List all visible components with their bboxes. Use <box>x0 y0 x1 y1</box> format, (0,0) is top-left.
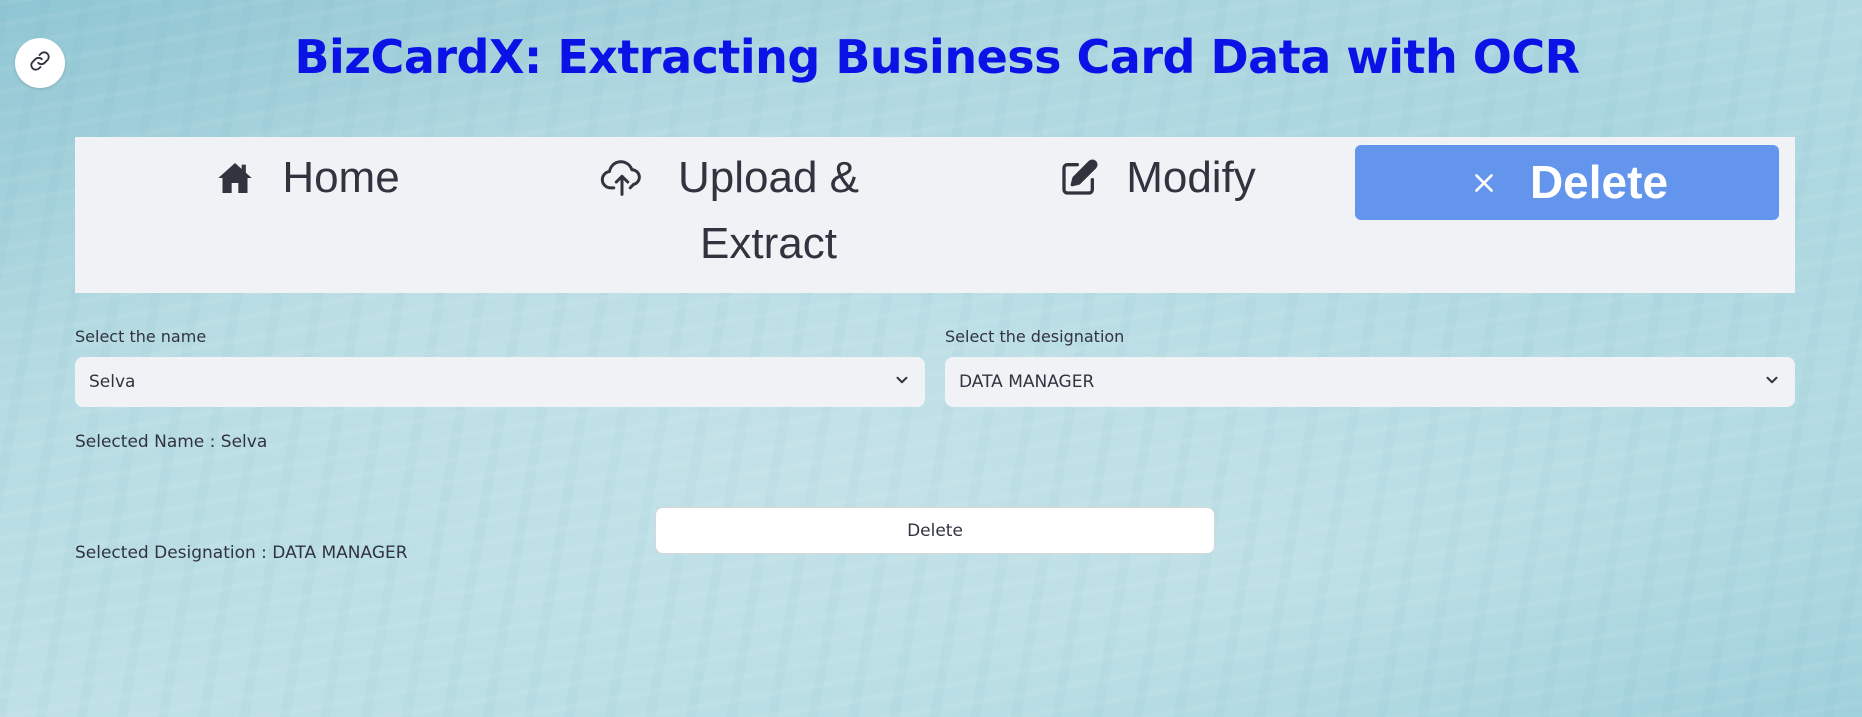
designation-select[interactable]: DATA MANAGER <box>945 357 1795 407</box>
name-select-value: Selva <box>89 372 136 392</box>
nav-menu: Home Upload & Extract Modify Delete <box>75 137 1795 293</box>
chevron-down-icon <box>893 371 911 394</box>
nav-item-delete[interactable]: Delete <box>1355 145 1779 220</box>
selected-name-text: Selected Name : Selva <box>75 432 268 452</box>
home-icon <box>210 145 260 211</box>
cloud-upload-icon <box>597 145 647 211</box>
close-icon <box>1466 145 1502 220</box>
nav-item-delete-label: Delete <box>1529 156 1669 208</box>
chevron-down-icon <box>1763 371 1781 394</box>
nav-item-home[interactable]: Home <box>205 145 405 211</box>
designation-select-label: Select the designation <box>945 327 1125 346</box>
designation-select-value: DATA MANAGER <box>959 372 1095 392</box>
name-select-label: Select the name <box>75 327 207 346</box>
name-select[interactable]: Selva <box>75 357 925 407</box>
nav-item-upload-extract-label: Upload & Extract <box>677 153 859 268</box>
nav-item-home-label: Home <box>282 153 400 202</box>
page-title: BizCardX: Extracting Business Card Data … <box>294 30 1580 84</box>
nav-item-modify[interactable]: Modify <box>1040 145 1270 211</box>
selected-designation-text: Selected Designation : DATA MANAGER <box>75 543 408 563</box>
nav-item-modify-label: Modify <box>1126 153 1256 202</box>
edit-icon <box>1054 145 1104 211</box>
nav-item-upload-extract[interactable]: Upload & Extract <box>590 145 875 277</box>
delete-button[interactable]: Delete <box>655 507 1215 554</box>
